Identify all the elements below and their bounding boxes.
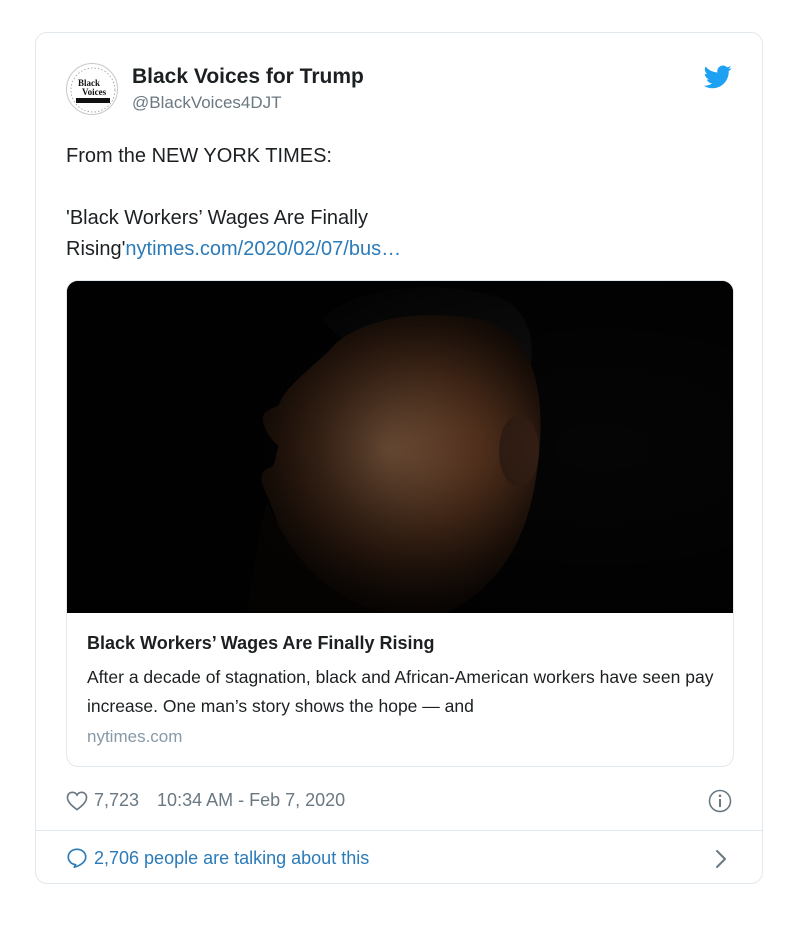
- conversation-label[interactable]: 2,706 people are talking about this: [94, 848, 369, 869]
- article-title[interactable]: Black Workers’ Wages Are Finally Rising: [87, 631, 717, 655]
- link-preview-body: Black Workers’ Wages Are Finally Rising …: [87, 631, 717, 747]
- author-handle[interactable]: @BlackVoices4DJT: [132, 93, 282, 113]
- article-description: After a decade of stagnation, black and …: [87, 667, 714, 716]
- tweet-text: From the NEW YORK TIMES: 'Black Workers’…: [66, 141, 726, 265]
- svg-text:Voices: Voices: [82, 87, 107, 97]
- divider: [36, 830, 762, 831]
- like-count[interactable]: 7,723: [94, 790, 139, 811]
- article-photo[interactable]: [67, 281, 733, 613]
- tweet-line-3-text: Rising': [66, 238, 126, 260]
- article-domain: nytimes.com: [87, 727, 183, 746]
- speech-bubble-icon: [67, 848, 87, 868]
- tweet-meta: 7,723 10:34 AM - Feb 7, 2020: [66, 790, 345, 811]
- tweet-line-3: Rising'nytimes.com/2020/02/07/bus…: [66, 234, 726, 265]
- conversation-link[interactable]: 2,706 people are talking about this: [66, 847, 369, 869]
- tweet-timestamp[interactable]: 10:34 AM - Feb 7, 2020: [157, 790, 345, 811]
- info-icon[interactable]: [708, 789, 732, 813]
- twitter-bird-icon[interactable]: [704, 65, 732, 89]
- chevron-right-icon[interactable]: [714, 848, 728, 870]
- tweet-line-2: 'Black Workers’ Wages Are Finally: [66, 207, 369, 229]
- heart-icon[interactable]: [66, 791, 88, 811]
- link-preview-card[interactable]: Black Workers’ Wages Are Finally Rising …: [66, 280, 734, 767]
- tweet-embed-card: Black Voices Black Voices for Trump @Bla…: [35, 32, 763, 884]
- avatar[interactable]: Black Voices: [66, 63, 118, 115]
- author-name[interactable]: Black Voices for Trump: [132, 65, 364, 89]
- tweet-line-1: From the NEW YORK TIMES:: [66, 145, 332, 167]
- tweet-link[interactable]: nytimes.com/2020/02/07/bus…: [125, 238, 401, 260]
